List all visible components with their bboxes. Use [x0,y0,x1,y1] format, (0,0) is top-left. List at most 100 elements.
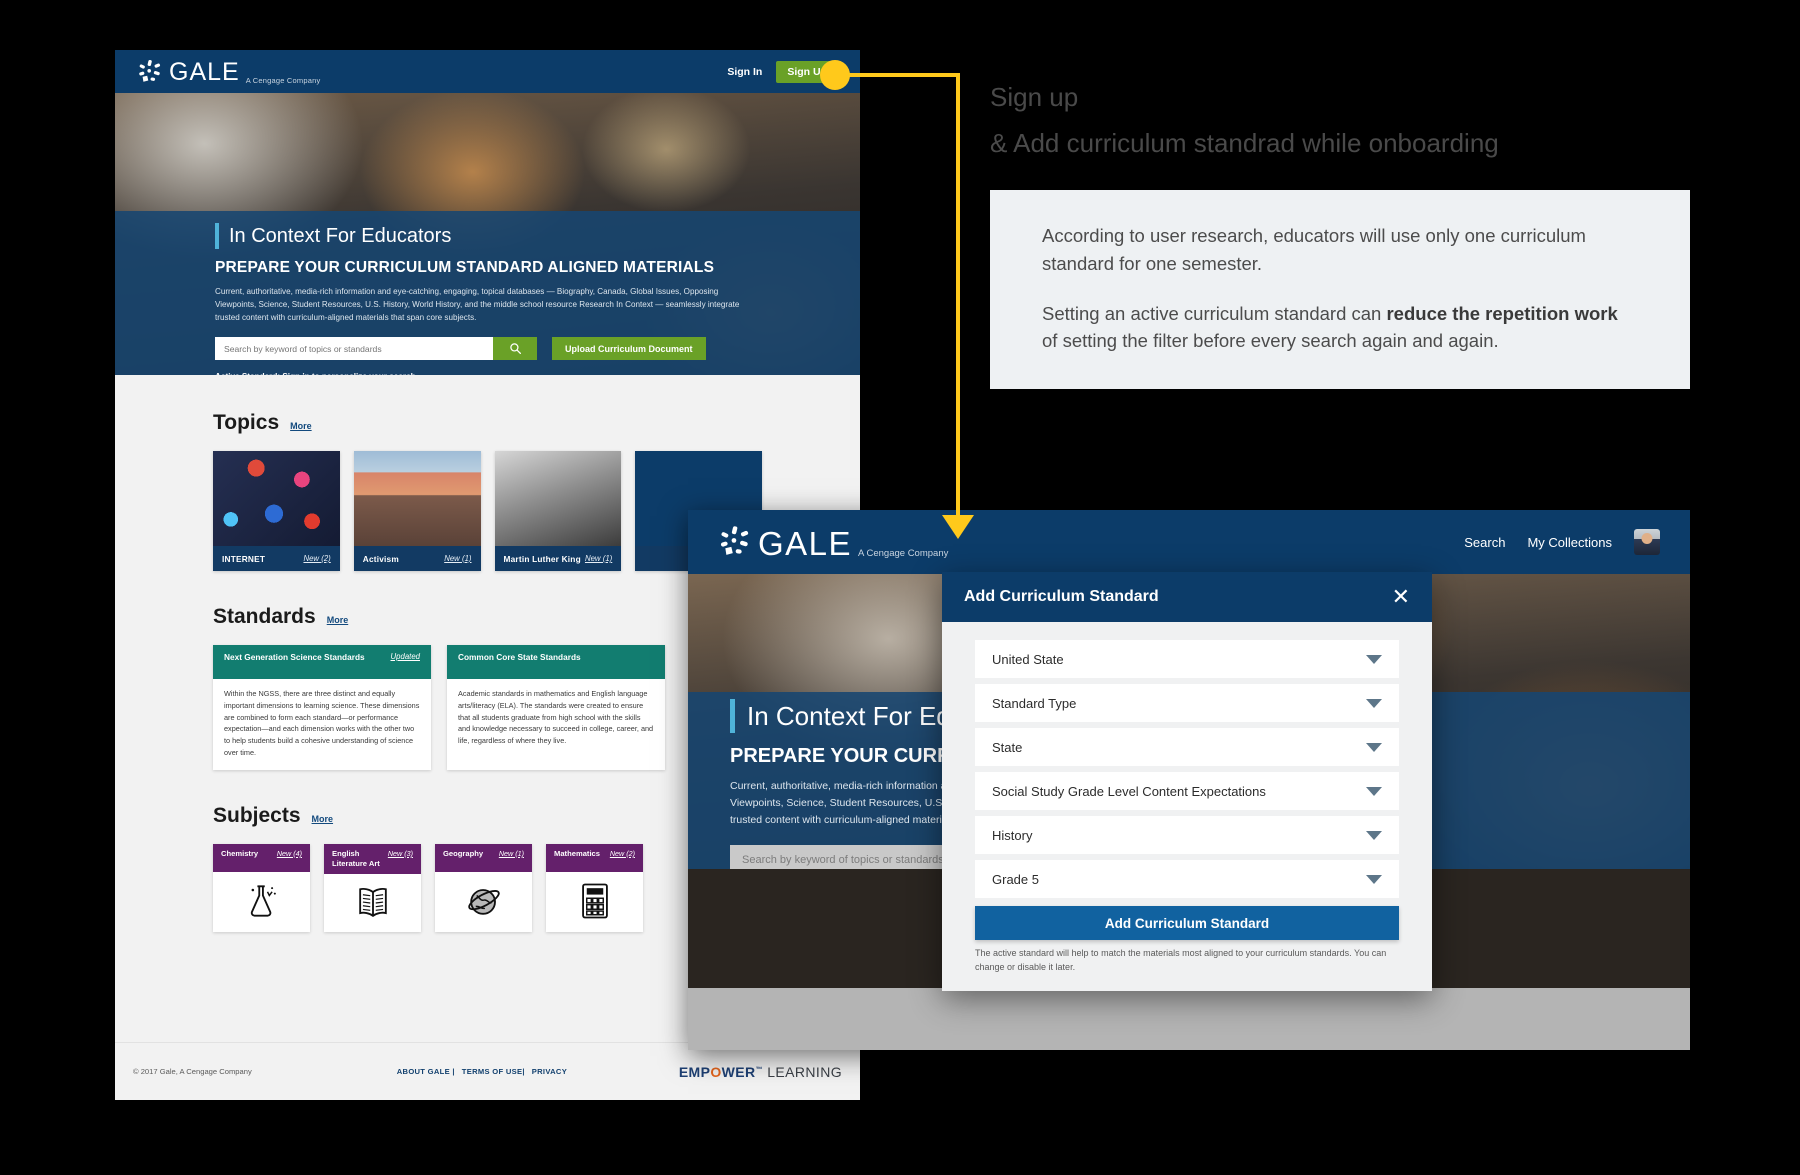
subject-name: English Literature Art [332,848,380,868]
subject-new-badge[interactable]: New (4) [277,849,302,858]
hero-active-standard: Active Standard: Sign in to personalize … [215,372,775,375]
main-footer: © 2017 Gale, A Cengage Company ABOUT GAL… [115,1042,860,1100]
subject-card-head: Geography New (1) [435,843,532,872]
front-window-bottom-bar [688,988,1690,1050]
topic-name: INTERNET [222,553,266,564]
grade-select-value: Grade 5 [992,871,1039,887]
main-topbar: GALE A Cengage Company Sign In Sign Up [115,50,860,93]
subjects-card-row: Chemistry New (4) English Literature Art… [213,843,762,932]
open-book-icon [324,874,421,932]
footer-link-privacy[interactable]: PRIVACY [532,1067,567,1076]
subject-name: Chemistry [221,848,259,858]
subject-card-head: Chemistry New (4) [213,843,310,872]
standard-description: Within the NGSS, there are three distinc… [224,689,420,758]
subject-select[interactable]: History [975,816,1399,854]
subject-new-badge[interactable]: New (1) [499,849,524,858]
gale-tagline: A Cengage Company [245,75,321,85]
standards-header: Standards More [213,605,762,629]
add-curriculum-standard-modal: Add Curriculum Standard ✕ United State S… [942,572,1432,991]
topic-name: Martin Luther King [503,553,581,564]
callout-line-horizontal [843,73,960,77]
country-select[interactable]: United State [975,640,1399,678]
grade-select[interactable]: Grade 5 [975,860,1399,898]
front-gale-logo[interactable]: GALE A Cengage Company [718,524,948,562]
annotation-paragraph-2-bold: reduce the repetition work [1386,302,1618,324]
standards-more-link[interactable]: More [327,615,349,625]
standard-card-head: Next Generation Science Standards Update… [213,645,431,679]
modal-body: United State Standard Type State Social … [942,622,1432,940]
subject-select-value: History [992,827,1033,843]
footer-links: ABOUT GALE | TERMS OF USE| PRIVACY [397,1067,567,1076]
state-select[interactable]: State [975,728,1399,766]
front-search-link[interactable]: Search [1464,535,1505,550]
annotation-paragraph-2: Setting an active curriculum standard ca… [1042,300,1638,356]
chevron-down-icon [1366,742,1382,752]
topic-new-badge[interactable]: New (1) [585,554,612,563]
front-my-collections-link[interactable]: My Collections [1527,535,1612,550]
subject-new-badge[interactable]: New (3) [388,849,413,858]
standard-card-head: Common Core State Standards [447,645,665,679]
annotation-paragraph-2-post: of setting the filter before every searc… [1042,330,1499,352]
chevron-down-icon [1366,698,1382,708]
subject-card-head: Mathematics New (2) [546,843,643,872]
standard-set-select-value: Social Study Grade Level Content Expecta… [992,783,1266,799]
topic-card-bar: Martin Luther King New (1) [494,546,622,571]
topics-card-row: INTERNET New (2) Activism New (1) Martin… [213,451,762,571]
annotation-paragraph-1: According to user research, educators wi… [1042,225,1586,274]
standard-description: Academic standards in mathematics and En… [458,689,654,746]
topic-card[interactable]: INTERNET New (2) [213,451,340,571]
gale-wordmark: GALE [758,524,853,562]
empower-trademark: ™ [755,1065,763,1073]
empower-learning-word: LEARNING [762,1063,842,1080]
subjects-title: Subjects [213,803,301,827]
subject-name: Geography [443,848,484,858]
footer-link-terms[interactable]: TERMS OF USE| [462,1067,525,1076]
search-icon [509,343,521,355]
hero-search-button[interactable] [493,337,537,361]
chevron-down-icon [1366,654,1382,664]
upload-curriculum-document-button[interactable]: Upload Curriculum Document [552,337,706,361]
globe-icon [435,872,532,930]
hero-subtitle: PREPARE YOUR CURRICULUM STANDARD ALIGNED… [215,259,715,276]
standard-type-select-value: Standard Type [992,695,1077,711]
close-icon[interactable]: ✕ [1392,586,1410,608]
subject-card[interactable]: Mathematics New (2) [546,843,643,932]
screenshot-stage: GALE A Cengage Company Sign In Sign Up I… [0,0,1800,1175]
standard-card[interactable]: Common Core State Standards Academic sta… [447,645,665,770]
hero-title-row: In Context For Educators [215,223,775,249]
subject-card[interactable]: Geography New (1) [435,843,532,932]
topic-new-badge[interactable]: New (2) [303,554,330,563]
add-curriculum-standard-button[interactable]: Add Curriculum Standard [975,906,1399,940]
standard-name: Next Generation Science Standards [224,652,365,662]
standard-set-select[interactable]: Social Study Grade Level Content Expecta… [975,772,1399,810]
standard-type-select[interactable]: Standard Type [975,684,1399,722]
hero-search-input[interactable] [215,337,493,361]
callout-line-vertical [956,73,960,521]
topics-header: Topics More [213,411,762,435]
standard-updated-badge[interactable]: Updated [391,652,420,661]
chevron-down-icon [1366,786,1382,796]
sign-in-link[interactable]: Sign In [727,66,762,78]
topic-card[interactable]: Martin Luther King New (1) [494,451,622,571]
gale-logo[interactable]: GALE A Cengage Company [137,59,320,85]
modal-helper-note: The active standard will help to match t… [975,948,1387,972]
hero-accent-bar [215,223,219,249]
topic-image-mlk [494,451,622,546]
topic-new-badge[interactable]: New (1) [444,554,471,563]
subjects-more-link[interactable]: More [312,814,334,824]
topics-more-link[interactable]: More [290,421,312,431]
avatar[interactable] [1634,529,1660,555]
subject-new-badge[interactable]: New (2) [610,849,635,858]
subject-card[interactable]: Chemistry New (4) [213,843,310,932]
callout-dot [820,60,850,90]
standard-card[interactable]: Next Generation Science Standards Update… [213,645,431,770]
calculator-icon [546,872,643,930]
topic-card[interactable]: Activism New (1) [353,451,481,571]
modal-title: Add Curriculum Standard [964,588,1159,605]
gale-wordmark: GALE [169,57,240,86]
standards-title: Standards [213,605,316,628]
footer-link-about[interactable]: ABOUT GALE | [397,1067,455,1076]
active-standard-label: Active Standard: [215,372,280,375]
active-standard-link[interactable]: Sign in to personalize your search [282,372,415,375]
subject-card[interactable]: English Literature Art New (3) [324,843,421,932]
